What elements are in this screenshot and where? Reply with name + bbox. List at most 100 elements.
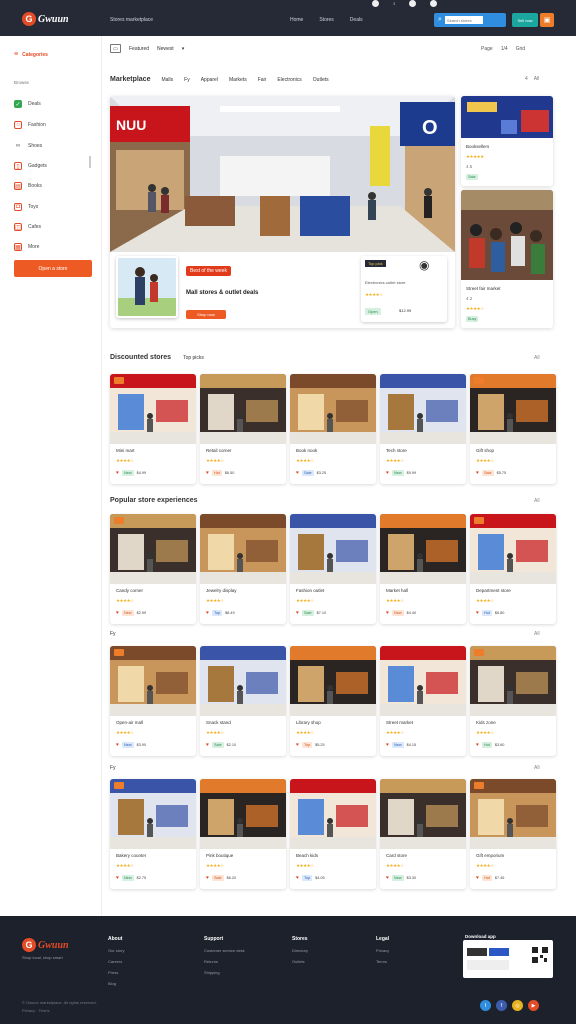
footer-link[interactable]: Careers: [108, 959, 124, 964]
instagram-icon[interactable]: ◎: [512, 1000, 523, 1011]
app-store-badge[interactable]: [467, 948, 487, 956]
facebook-icon[interactable]: f: [496, 1000, 507, 1011]
category-tab[interactable]: Outlets: [313, 77, 329, 83]
brand-logo[interactable]: G Gwuun: [22, 12, 69, 26]
store-card[interactable]: Tech store ★★★★☆ ♥ New $9.99: [380, 374, 466, 484]
side-card-street-fair[interactable]: Street fair market 4.2 ★★★★☆ Busy: [461, 190, 553, 328]
store-card[interactable]: Card store ★★★★☆ ♥ New $3.30: [380, 779, 466, 889]
store-card[interactable]: Pink boutique ★★★★☆ ♥ Sale $6.20: [200, 779, 286, 889]
heart-icon[interactable]: ♥: [386, 610, 389, 616]
heart-icon[interactable]: ♥: [116, 875, 119, 881]
footer-link[interactable]: Shipping: [204, 970, 245, 975]
sidebar-scrollbar[interactable]: [89, 156, 91, 168]
store-card[interactable]: Department store ★★★★☆ ♥ Hot $6.80: [470, 514, 556, 624]
footer-link[interactable]: Directory: [292, 948, 308, 953]
footer-link[interactable]: Press: [108, 970, 124, 975]
category-tab[interactable]: Fy: [184, 77, 190, 83]
heart-icon[interactable]: ♥: [296, 470, 299, 476]
sidebar-item-shoes[interactable]: ∞ Shoes: [14, 142, 42, 150]
footer-sub-links[interactable]: Privacy · Terms: [22, 1008, 97, 1013]
footer-logo[interactable]: G Gwuun Shop local, shop smart: [22, 938, 69, 960]
store-card[interactable]: Bakery counter ★★★★☆ ♥ New $2.75: [110, 779, 196, 889]
open-store-button[interactable]: Open a store: [14, 260, 92, 277]
side-card-booksellers[interactable]: Booksellers ★★★★★ 4.5 Sale: [461, 96, 553, 186]
footer-link[interactable]: Privacy: [376, 948, 389, 953]
heart-icon[interactable]: ♥: [116, 470, 119, 476]
account-icon[interactable]: [409, 0, 417, 7]
store-card[interactable]: Market hall ★★★★☆ ♥ New $4.40: [380, 514, 466, 624]
hero-thumbnail[interactable]: [116, 256, 178, 318]
sort-selector[interactable]: Newest: [157, 46, 174, 52]
sidebar-item-cafes[interactable]: ◫ Cafes: [14, 223, 41, 231]
category-tab[interactable]: Markets: [229, 77, 247, 83]
footer-link[interactable]: Our story: [108, 948, 124, 953]
twitter-icon[interactable]: t: [480, 1000, 491, 1011]
youtube-icon[interactable]: ▶: [528, 1000, 539, 1011]
user-avatar[interactable]: [372, 0, 379, 7]
store-card[interactable]: Mini mart ★★★★☆ ♥ New $4.99: [110, 374, 196, 484]
store-card[interactable]: Beach kids ★★★★☆ ♥ Top $4.05: [290, 779, 376, 889]
cart-button[interactable]: ▣: [540, 13, 554, 27]
store-card[interactable]: Book nook ★★★★☆ ♥ Sale $3.25: [290, 374, 376, 484]
category-tab[interactable]: Malls: [161, 77, 173, 83]
store-card[interactable]: Jewelry display ★★★★☆ ♥ Top $8.49: [200, 514, 286, 624]
heart-icon[interactable]: ♥: [476, 470, 479, 476]
sidebar-item-books[interactable]: ▤ Books: [14, 182, 42, 190]
heart-icon[interactable]: ♥: [476, 875, 479, 881]
topbar-link-deals[interactable]: Deals: [350, 17, 363, 23]
category-tab[interactable]: Fair: [258, 77, 267, 83]
store-card[interactable]: Open-air mall ★★★★☆ ♥ New $3.90: [110, 646, 196, 756]
sidebar-item-toys[interactable]: ◘ Toys: [14, 203, 38, 211]
app-download-card[interactable]: [463, 940, 553, 978]
play-store-badge[interactable]: [489, 948, 509, 956]
footer-link[interactable]: Terms: [376, 959, 389, 964]
store-card[interactable]: Street market ★★★★☆ ♥ New $4.15: [380, 646, 466, 756]
heart-icon[interactable]: ♥: [386, 742, 389, 748]
sidebar-item-gadgets[interactable]: ▯ Gadgets: [14, 162, 47, 170]
heart-icon[interactable]: ♥: [476, 610, 479, 616]
store-card[interactable]: Kids zone ★★★★☆ ♥ Hot $3.60: [470, 646, 556, 756]
view-selector[interactable]: Featured: [129, 46, 149, 52]
heart-icon[interactable]: ♥: [476, 742, 479, 748]
heart-icon[interactable]: ♥: [206, 742, 209, 748]
sidebar-item-fashion[interactable]: ○ Fashion: [14, 121, 46, 129]
grid-toggle[interactable]: Grid: [516, 46, 525, 52]
category-tab[interactable]: Apparel: [201, 77, 218, 83]
heart-icon[interactable]: ♥: [296, 742, 299, 748]
store-card[interactable]: Candy corner ★★★★☆ ♥ New $2.99: [110, 514, 196, 624]
footer-link[interactable]: Customer service desk: [204, 948, 245, 953]
heart-icon[interactable]: ♥: [386, 875, 389, 881]
section-more-link[interactable]: All: [534, 355, 540, 361]
topbar-link-home[interactable]: Home: [290, 17, 303, 23]
heart-icon[interactable]: ♥: [386, 470, 389, 476]
hero-info-card[interactable]: Top pick ◉ Electronics outlet store ★★★★…: [361, 256, 447, 322]
footer-link[interactable]: Outlets: [292, 959, 308, 964]
sell-now-button[interactable]: Sell now: [512, 13, 538, 27]
heart-icon[interactable]: ♥: [206, 470, 209, 476]
heart-icon[interactable]: ♥: [116, 742, 119, 748]
store-card[interactable]: Snack stand ★★★★☆ ♥ Sale $2.10: [200, 646, 286, 756]
store-card[interactable]: Retail corner ★★★★☆ ♥ Hot $6.50: [200, 374, 286, 484]
store-card[interactable]: Gift shop ★★★★☆ ♥ Sale $5.75: [470, 374, 556, 484]
category-tab[interactable]: Electronics: [277, 77, 301, 83]
chevron-down-icon[interactable]: ▾: [182, 46, 185, 52]
hero-shop-button[interactable]: Shop now: [186, 310, 226, 319]
layout-icon[interactable]: ▭: [110, 44, 121, 53]
heart-icon[interactable]: ♥: [116, 610, 119, 616]
hero-banner[interactable]: NUU O Best of the week Mall stores & out…: [110, 96, 455, 328]
store-card[interactable]: Library shop ★★★★☆ ♥ Top $5.25: [290, 646, 376, 756]
section-more-link[interactable]: All: [534, 631, 540, 637]
search-bar[interactable]: ⌕: [434, 13, 506, 27]
heart-icon[interactable]: ♥: [296, 875, 299, 881]
section-more-link[interactable]: All: [534, 498, 540, 504]
topbar-link-stores[interactable]: Stores: [319, 17, 333, 23]
settings-icon[interactable]: [430, 0, 438, 7]
heart-icon[interactable]: ♥: [206, 875, 209, 881]
section-more-link[interactable]: All: [534, 765, 540, 771]
store-card[interactable]: Fashion outlet ★★★★☆ ♥ Sale $7.10: [290, 514, 376, 624]
heart-icon[interactable]: ♥: [296, 610, 299, 616]
store-card[interactable]: Gift emporium ★★★★☆ ♥ Hot $7.45: [470, 779, 556, 889]
sidebar-item-deals[interactable]: ✓ Deals: [14, 100, 41, 108]
heart-icon[interactable]: ♥: [206, 610, 209, 616]
search-input[interactable]: [444, 16, 483, 24]
